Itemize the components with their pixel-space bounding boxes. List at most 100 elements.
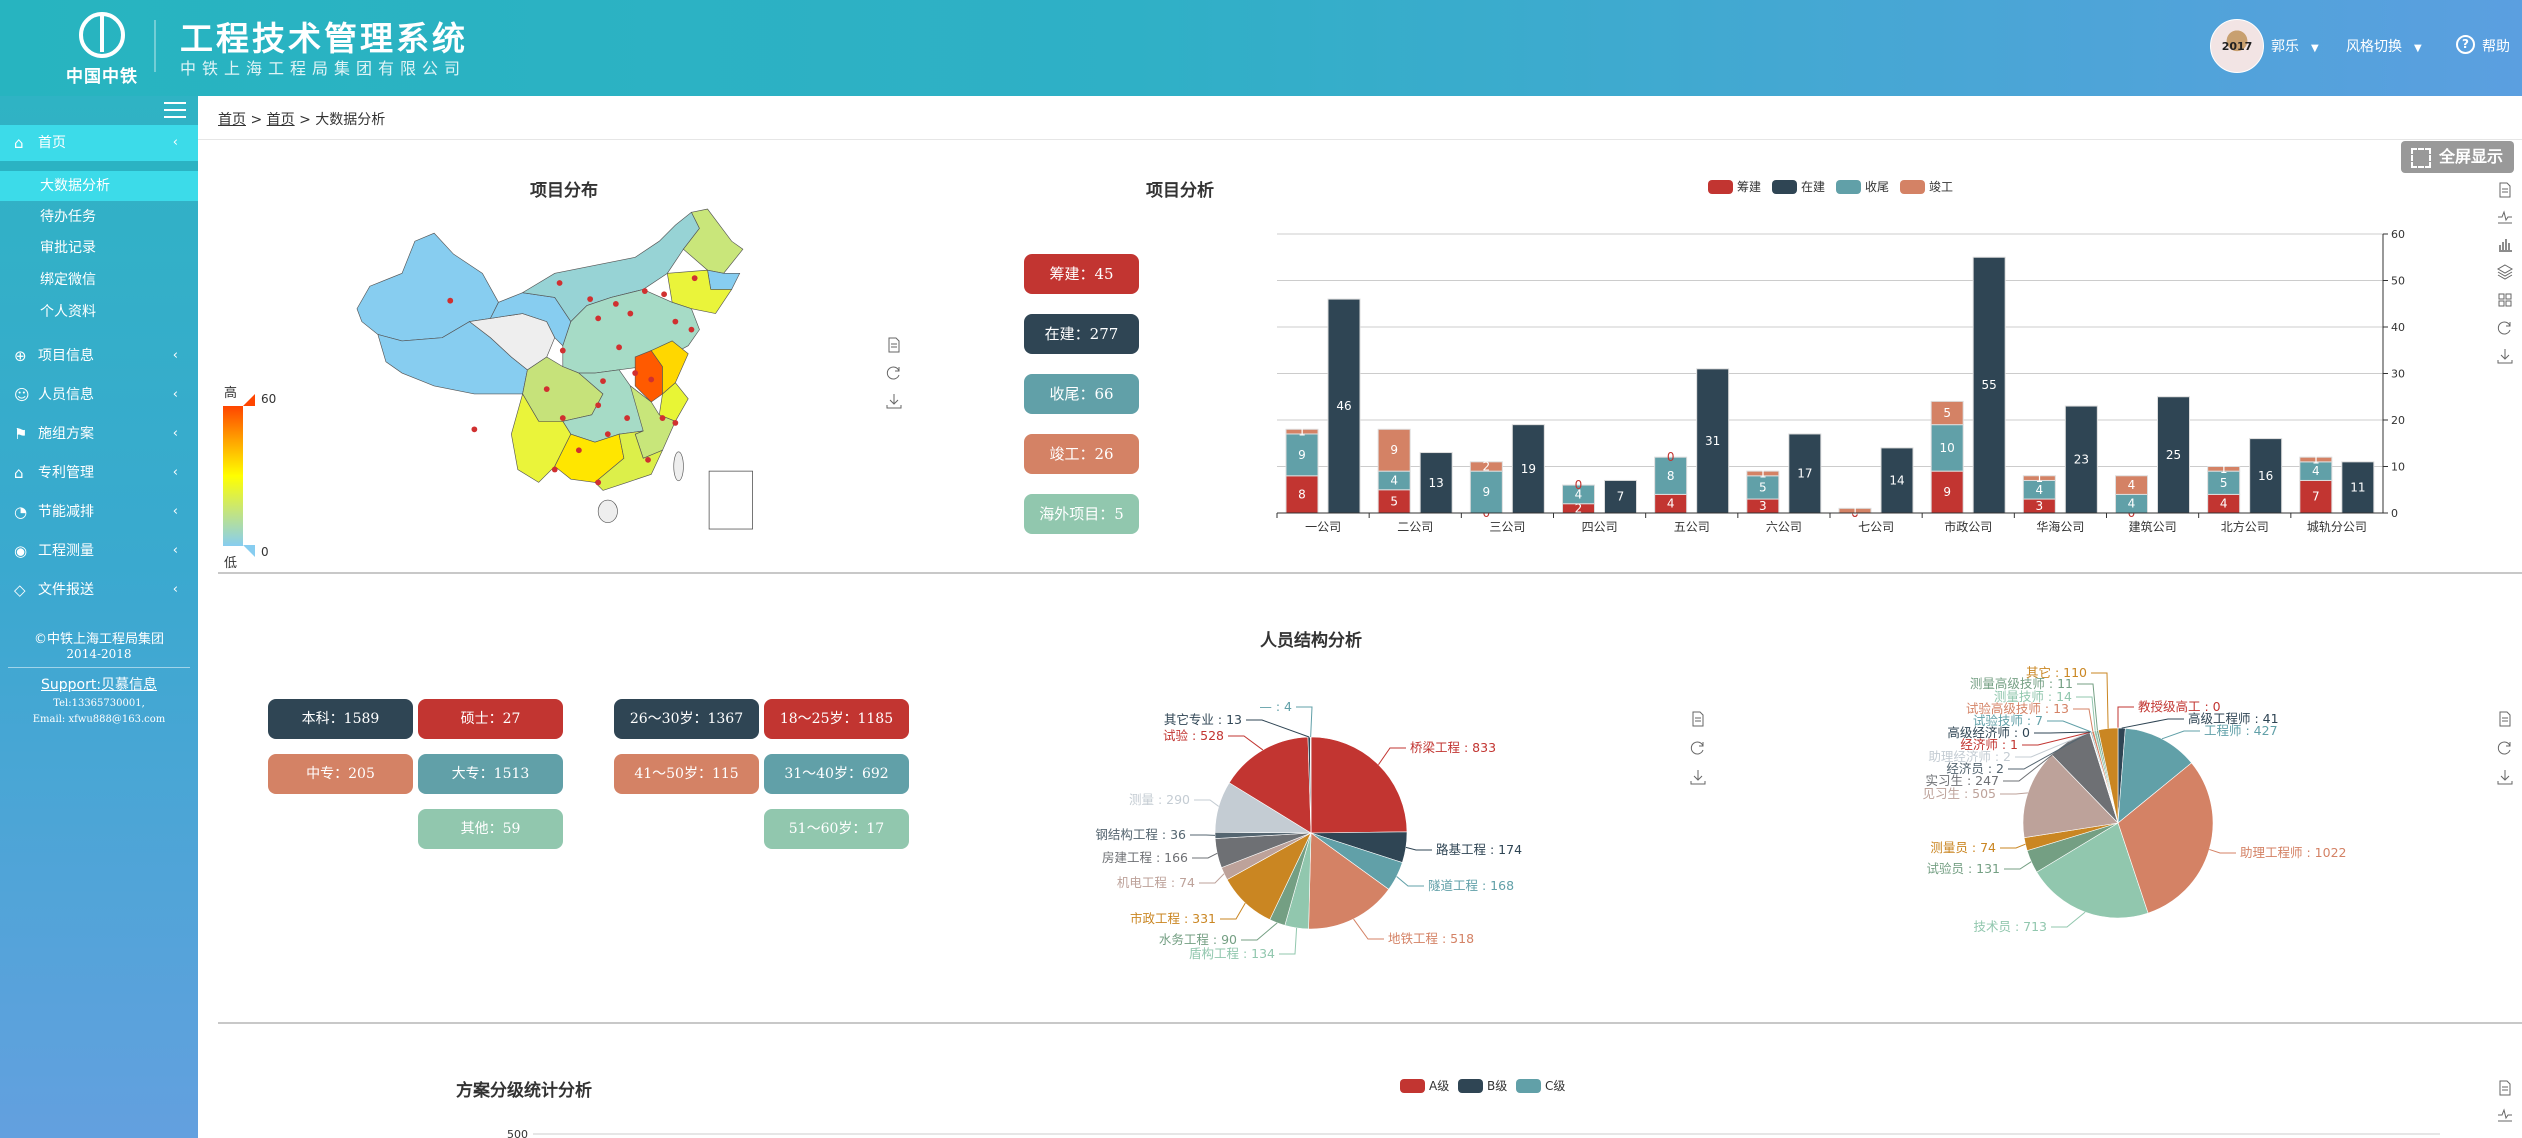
- data-view-icon[interactable]: [2497, 182, 2513, 198]
- pie-label: 隧道工程 : 168: [1428, 878, 1514, 893]
- restore-icon[interactable]: [1690, 740, 1706, 756]
- pie-label: 地铁工程 : 518: [1388, 931, 1474, 946]
- x-tick-label: 六公司: [1766, 520, 1802, 534]
- legend-swatch: [1400, 1079, 1425, 1093]
- legend-label: A级: [1429, 1079, 1449, 1093]
- legend-swatch: [1836, 180, 1861, 194]
- bar-value-label: 8: [1667, 469, 1675, 483]
- y-tick-label: 30: [2391, 368, 2405, 381]
- stack-icon[interactable]: [2497, 264, 2513, 280]
- stat-tag[interactable]: 31～40岁：692: [764, 754, 909, 794]
- x-tick-label: 七公司: [1858, 520, 1894, 534]
- line-chart-icon[interactable]: [2497, 208, 2513, 224]
- stat-tag[interactable]: 51～60岁：17: [764, 809, 909, 849]
- save-image-icon[interactable]: [886, 393, 902, 409]
- pie-label: — : 4: [1259, 699, 1292, 714]
- pie-label: 盾构工程 : 134: [1189, 946, 1275, 961]
- bar-value-label: 10: [1940, 441, 1955, 455]
- restore-icon[interactable]: [2497, 740, 2513, 756]
- bar-value-label: 13: [1429, 476, 1444, 490]
- legend-label: 在建: [1801, 180, 1825, 194]
- pie-label-line: [2121, 718, 2184, 729]
- stat-tag[interactable]: 在建：277: [1024, 314, 1139, 354]
- legend-swatch: [1772, 180, 1797, 194]
- data-view-icon[interactable]: [886, 337, 902, 353]
- pie-label-line: [2004, 861, 2032, 870]
- pie-label-line: [2073, 708, 2094, 732]
- data-view-icon[interactable]: [2497, 1080, 2513, 1096]
- stat-tag[interactable]: 硕士：27: [418, 699, 563, 739]
- restore-icon[interactable]: [886, 365, 902, 381]
- stat-tag[interactable]: 筹建：45: [1024, 254, 1139, 294]
- line-chart-icon[interactable]: [2497, 1106, 2513, 1122]
- stat-tag[interactable]: 竣工：26: [1024, 434, 1139, 474]
- bar-value-label: 1: [1851, 504, 1859, 518]
- bar-value-label: 3: [1759, 499, 1767, 513]
- restore-icon[interactable]: [2497, 320, 2513, 336]
- pie-label: 路基工程 : 174: [1436, 842, 1522, 857]
- stat-tag[interactable]: 18～25岁：1185: [764, 699, 909, 739]
- stat-tag[interactable]: 中专：205: [268, 754, 413, 794]
- stat-tag[interactable]: 收尾：66: [1024, 374, 1139, 414]
- pie-label-line: [2161, 730, 2200, 740]
- bar-chart-icon[interactable]: [2497, 236, 2513, 252]
- pie-label: 水务工程 : 90: [1159, 932, 1237, 947]
- pie-label-line: [2034, 731, 2091, 734]
- x-tick-label: 城轨分公司: [2307, 520, 2367, 534]
- bar-value-label: 0: [1667, 450, 1675, 464]
- data-view-icon[interactable]: [1690, 711, 1706, 727]
- legend-swatch: [1708, 180, 1733, 194]
- pie-label-line: [1199, 873, 1225, 884]
- x-tick-label: 市政公司: [1944, 519, 1992, 534]
- bar-value-label: 55: [1982, 378, 1997, 392]
- pie-label: 试验 : 528: [1163, 728, 1224, 743]
- x-tick-label: 北方公司: [2221, 519, 2269, 534]
- bar-value-label: 5: [1759, 480, 1767, 494]
- y-tick-label: 50: [2391, 275, 2405, 288]
- save-image-icon[interactable]: [2497, 348, 2513, 364]
- pie-label: 助理工程师 : 1022: [2240, 845, 2346, 860]
- bar-value-label: 16: [2258, 469, 2273, 483]
- bar-value-label: 1: [1759, 466, 1767, 480]
- pie-label-line: [1220, 902, 1246, 920]
- pie-label: 见习生 : 505: [1922, 786, 1996, 801]
- bar-value-label: 5: [1943, 406, 1951, 420]
- pie-label-line: [1353, 918, 1384, 940]
- save-image-icon[interactable]: [1690, 769, 1706, 785]
- stat-tag[interactable]: 其他：59: [418, 809, 563, 849]
- pie-label: 工程师 : 427: [2204, 723, 2278, 738]
- pie-label: 机电工程 : 74: [1117, 875, 1195, 890]
- bar-value-label: 14: [1889, 473, 1904, 487]
- pie-label: 试验员 : 131: [1926, 861, 2000, 876]
- bar-value-label: 19: [1521, 462, 1536, 476]
- pie-label: 其它 : 110: [2026, 665, 2087, 680]
- pie-label-line: [1241, 922, 1278, 941]
- y-tick-label: 60: [2391, 228, 2405, 241]
- bar-value-label: 8: [1298, 487, 1306, 501]
- legend-swatch: [1458, 1079, 1483, 1093]
- stat-tag[interactable]: 大专：1513: [418, 754, 563, 794]
- bar-value-label: 1: [2220, 462, 2228, 476]
- tiled-icon[interactable]: [2497, 292, 2513, 308]
- bar-value-label: 4: [2220, 497, 2228, 511]
- bar-value-label: 7: [1617, 490, 1625, 504]
- stat-tag[interactable]: 海外项目：5: [1024, 494, 1139, 534]
- stat-tag[interactable]: 本科：1589: [268, 699, 413, 739]
- pie-label-line: [2091, 672, 2109, 729]
- x-tick-label: 建筑公司: [2129, 519, 2177, 534]
- pie-label-line: [1194, 799, 1220, 807]
- stat-tag[interactable]: 26～30岁：1367: [614, 699, 759, 739]
- pie-label-line: [1396, 876, 1424, 887]
- legend-label: 收尾: [1865, 180, 1889, 194]
- bar-value-label: 4: [2128, 497, 2136, 511]
- data-view-icon[interactable]: [2497, 711, 2513, 727]
- save-image-icon[interactable]: [2497, 769, 2513, 785]
- bar-value-label: 46: [1336, 399, 1351, 413]
- stat-tag[interactable]: 41～50岁：115: [614, 754, 759, 794]
- legend-swatch: [1900, 180, 1925, 194]
- bar-value-label: 1: [2036, 471, 2044, 485]
- y-tick-label: 40: [2391, 321, 2405, 334]
- pie-label-line: [1405, 846, 1432, 851]
- legend-label: 竣工: [1929, 179, 1953, 194]
- bar-value-label: 1: [2312, 453, 2320, 467]
